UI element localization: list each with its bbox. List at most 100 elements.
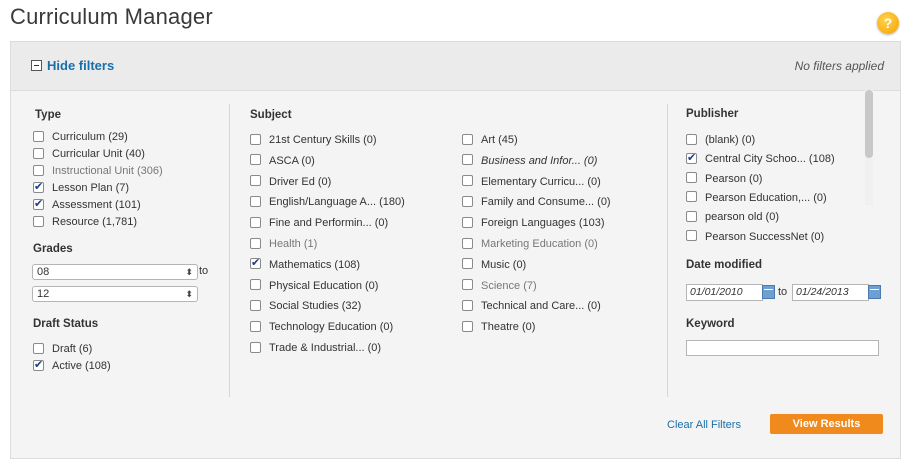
date-from-input[interactable]: 01/01/2010 — [686, 284, 763, 301]
publisher-label: pearson old (0) — [705, 211, 779, 224]
checkbox[interactable] — [33, 215, 44, 227]
checkbox[interactable] — [250, 299, 261, 311]
subject-checkbox-row[interactable]: ASCA (0) — [250, 153, 315, 169]
checkbox[interactable] — [33, 147, 44, 159]
publisher-checkbox-row[interactable]: Pearson SuccessNet (0) — [686, 229, 824, 245]
subject-checkbox-row[interactable]: Theatre (0) — [462, 319, 535, 335]
hide-filters-label: Hide filters — [47, 58, 115, 73]
draft-status-checkbox-row[interactable]: Active (108) — [33, 357, 111, 374]
subject-checkbox-row[interactable]: English/Language A... (180) — [250, 194, 405, 210]
subject-checkbox-row[interactable]: Driver Ed (0) — [250, 174, 331, 190]
subject-checkbox-row[interactable]: Marketing Education (0) — [462, 236, 598, 252]
checkbox[interactable] — [686, 172, 697, 184]
subject-checkbox-row[interactable]: Fine and Performin... (0) — [250, 215, 388, 231]
subject-label: Trade & Industrial... (0) — [269, 342, 382, 354]
subject-heading: Subject — [250, 109, 292, 121]
publisher-checkbox-row[interactable]: pearson old (0) — [686, 209, 779, 225]
subject-checkbox-row[interactable]: Science (7) — [462, 278, 537, 294]
checkbox[interactable] — [250, 154, 261, 166]
subject-checkbox-row[interactable]: Trade & Industrial... (0) — [250, 340, 381, 356]
subject-checkbox-row[interactable]: Family and Consume... (0) — [462, 194, 611, 210]
subject-checkbox-row[interactable]: Business and Infor... (0) — [462, 153, 597, 169]
subject-checkbox-row[interactable]: Health (1) — [250, 236, 317, 252]
checkbox[interactable] — [462, 175, 473, 187]
publisher-scrollbar-thumb[interactable] — [865, 90, 873, 158]
subject-checkbox-row[interactable]: 21st Century Skills (0) — [250, 132, 377, 148]
type-checkbox-row[interactable]: Assessment (101) — [33, 196, 141, 213]
type-checkbox-row[interactable]: Instructional Unit (306) — [33, 163, 163, 179]
clear-all-filters-link[interactable]: Clear All Filters — [667, 419, 741, 431]
publisher-checkbox-row[interactable]: Pearson Education,... (0) — [686, 190, 827, 206]
subject-label: Music (0) — [481, 258, 527, 271]
filter-status: No filters applied — [794, 59, 884, 73]
checkbox[interactable] — [686, 191, 697, 203]
checkbox[interactable] — [462, 237, 473, 249]
checkbox[interactable] — [33, 342, 44, 354]
checkbox[interactable] — [462, 299, 473, 311]
subject-label: Social Studies (32) — [269, 300, 362, 313]
subject-checkbox-row[interactable]: Technology Education (0) — [250, 319, 393, 335]
checkbox[interactable] — [686, 210, 697, 222]
publisher-heading: Publisher — [686, 108, 739, 120]
checkbox[interactable] — [686, 230, 697, 242]
calendar-icon[interactable] — [868, 285, 881, 299]
checkbox[interactable] — [462, 320, 473, 332]
subject-checkbox-row[interactable]: Foreign Languages (103) — [462, 215, 605, 231]
checkbox[interactable] — [33, 164, 44, 176]
checkbox[interactable] — [250, 195, 261, 207]
divider — [229, 104, 230, 397]
checkbox[interactable] — [462, 154, 473, 166]
checkbox[interactable] — [250, 175, 261, 187]
subject-label: Fine and Performin... (0) — [269, 217, 389, 230]
checkbox[interactable] — [250, 255, 261, 271]
checkbox[interactable] — [33, 179, 44, 195]
subject-checkbox-row[interactable]: Physical Education (0) — [250, 278, 378, 294]
checkbox[interactable] — [686, 150, 697, 166]
checkbox[interactable] — [33, 196, 44, 212]
checkbox[interactable] — [462, 279, 473, 291]
type-label: Assessment (101) — [52, 199, 141, 211]
select-arrow-icon: ⬍ — [185, 289, 193, 299]
checkbox[interactable] — [250, 341, 261, 353]
grade-from-select[interactable]: 08 ⬍ — [32, 264, 198, 280]
subject-checkbox-row[interactable]: Social Studies (32) — [250, 298, 361, 314]
type-checkbox-row[interactable]: Curriculum (29) — [33, 129, 128, 145]
type-label: Curricular Unit (40) — [52, 148, 145, 160]
publisher-checkbox-row[interactable]: (blank) (0) — [686, 132, 755, 148]
checkbox[interactable] — [462, 195, 473, 207]
draft-status-checkbox-row[interactable]: Draft (6) — [33, 341, 92, 357]
subject-checkbox-row[interactable]: Mathematics (108) — [250, 255, 360, 273]
help-icon[interactable]: ? — [877, 12, 899, 34]
keyword-input[interactable] — [686, 340, 879, 356]
type-checkbox-row[interactable]: Resource (1,781) — [33, 214, 137, 230]
subject-label: Physical Education (0) — [269, 279, 379, 292]
checkbox[interactable] — [250, 279, 261, 291]
checkbox[interactable] — [250, 216, 261, 228]
checkbox[interactable] — [250, 320, 261, 332]
grades-to-label: to — [199, 265, 209, 277]
checkbox[interactable] — [33, 357, 44, 373]
subject-checkbox-row[interactable]: Elementary Curricu... (0) — [462, 174, 601, 190]
hide-filters-toggle[interactable]: Hide filters — [31, 58, 114, 73]
type-checkbox-row[interactable]: Curricular Unit (40) — [33, 146, 145, 162]
checkbox[interactable] — [462, 133, 473, 145]
checkbox[interactable] — [250, 133, 261, 145]
grade-to-select[interactable]: 12 ⬍ — [32, 286, 198, 302]
calendar-icon[interactable] — [762, 285, 775, 299]
type-checkbox-row[interactable]: Lesson Plan (7) — [33, 179, 129, 196]
checkbox[interactable] — [250, 237, 261, 249]
publisher-checkbox-row[interactable]: Pearson (0) — [686, 171, 762, 187]
subject-label: Driver Ed (0) — [269, 175, 332, 188]
collapse-icon — [31, 60, 42, 72]
publisher-checkbox-row[interactable]: Central City Schoo... (108) — [686, 150, 835, 167]
date-to-input[interactable]: 01/24/2013 — [792, 284, 869, 301]
view-results-button[interactable]: View Results — [770, 414, 883, 434]
subject-checkbox-row[interactable]: Art (45) — [462, 132, 518, 148]
checkbox[interactable] — [686, 133, 697, 145]
subject-checkbox-row[interactable]: Technical and Care... (0) — [462, 298, 601, 314]
type-label: Resource (1,781) — [52, 216, 137, 228]
checkbox[interactable] — [33, 130, 44, 142]
checkbox[interactable] — [462, 258, 473, 270]
subject-checkbox-row[interactable]: Music (0) — [462, 257, 526, 273]
checkbox[interactable] — [462, 216, 473, 228]
